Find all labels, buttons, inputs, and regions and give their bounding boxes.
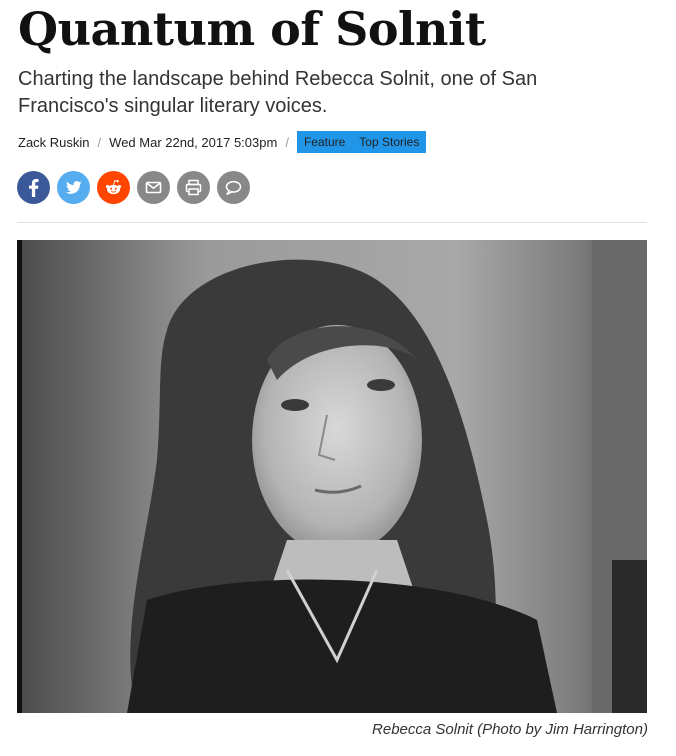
article-title: Quantum of Solnit [18,2,486,56]
tag-group: Feature Top Stories [296,131,427,153]
portrait-image [17,240,647,713]
tag-top-stories[interactable]: Top Stories [352,131,426,153]
publish-date: Wed Mar 22nd, 2017 5:03pm [109,134,278,150]
article-photo[interactable] [17,240,647,713]
photo-caption: Rebecca Solnit (Photo by Jim Harrington) [372,721,648,738]
byline: Zack Ruskin / Wed Mar 22nd, 2017 5:03pm … [18,131,427,153]
tag-feature[interactable]: Feature [297,131,352,153]
comment-button[interactable] [217,171,250,204]
byline-separator: / [285,134,289,150]
article-subtitle: Charting the landscape behind Rebecca So… [18,68,538,117]
email-share-button[interactable] [137,171,170,204]
header-divider [17,222,647,223]
byline-separator: / [97,134,102,150]
share-bar [17,171,250,204]
author-link[interactable]: Zack Ruskin [18,135,90,150]
reddit-share-button[interactable] [97,171,130,204]
reddit-icon [106,180,121,195]
print-icon [185,179,202,196]
email-icon [145,181,162,194]
comment-icon [225,180,242,195]
twitter-share-button[interactable] [57,171,90,204]
facebook-icon [29,179,39,197]
twitter-icon [65,181,82,194]
print-button[interactable] [177,171,210,204]
facebook-share-button[interactable] [17,171,50,204]
